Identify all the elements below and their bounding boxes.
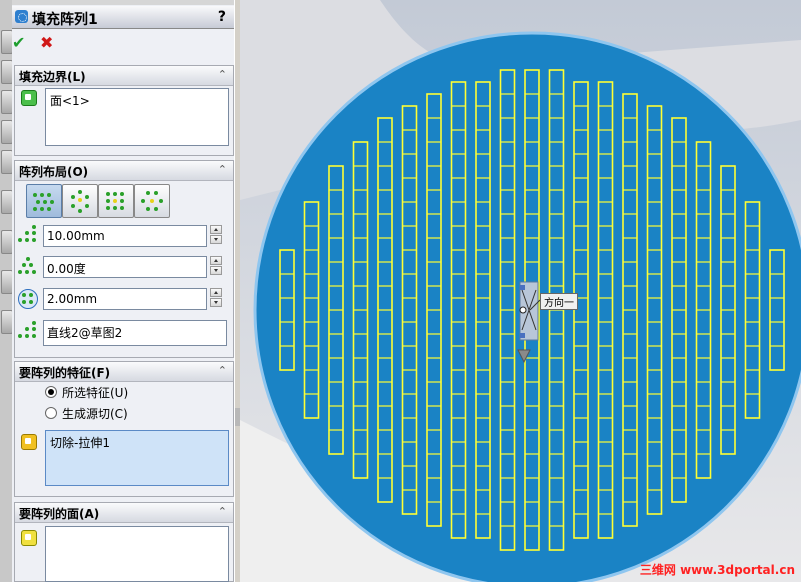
list-item[interactable]: 切除-拉伸1 [50, 434, 110, 451]
layout-perforation-button[interactable] [26, 184, 62, 218]
list-item[interactable]: 面<1> [50, 92, 90, 109]
face-cube-icon [21, 530, 37, 546]
watermark: 三维网 www.3dportal.cn [639, 563, 795, 577]
selected-features-radio[interactable] [45, 386, 57, 398]
feature-title: 填充阵列1 [32, 12, 98, 28]
face-selection-icon [21, 90, 37, 106]
fill-boundary-list[interactable]: 面<1> [45, 88, 229, 146]
section-title: 阵列布局(O) [19, 165, 89, 179]
create-seed-cut-radio[interactable] [45, 407, 57, 419]
property-manager: 填充阵列1 ? ✔ ✖ 填充边界(L) ⌃ 面<1> 阵列布局(O) ⌃ 10.… [12, 0, 235, 582]
collapse-icon[interactable]: ⌃ [218, 505, 227, 518]
model-view [240, 0, 801, 582]
margin-input[interactable]: 2.00mm [43, 288, 207, 310]
fill-boundary-header[interactable]: 填充边界(L) ⌃ [15, 66, 233, 86]
spacing-input[interactable]: 10.00mm [43, 225, 207, 247]
layout-polygon-button[interactable] [134, 184, 170, 218]
create-seed-cut-label[interactable]: 生成源切(C) [62, 405, 128, 422]
collapse-icon[interactable]: ⌃ [218, 364, 227, 377]
property-manager-title-bar: 填充阵列1 ? [12, 6, 234, 29]
selected-features-label[interactable]: 所选特征(U) [62, 384, 128, 401]
spacing-spinner[interactable] [210, 225, 222, 245]
margin-value: 2.00mm [47, 292, 98, 306]
features-to-pattern-header[interactable]: 要阵列的特征(F) ⌃ [15, 362, 233, 382]
collapse-icon[interactable]: ⌃ [218, 68, 227, 81]
pattern-layout-header[interactable]: 阵列布局(O) ⌃ [15, 161, 233, 181]
ok-button[interactable]: ✔ [12, 33, 25, 52]
fill-boundary-section: 填充边界(L) ⌃ 面<1> [14, 65, 234, 156]
pattern-direction-icon [18, 321, 36, 340]
section-title: 要阵列的面(A) [19, 507, 100, 521]
instance-spacing-icon [18, 225, 36, 244]
manager-tabs[interactable] [12, 0, 234, 5]
angle-spinner[interactable] [210, 256, 222, 276]
collapse-icon[interactable]: ⌃ [218, 163, 227, 176]
fill-pattern-icon [15, 10, 28, 23]
spacing-value: 10.00mm [47, 229, 105, 243]
angle-value: 0.00度 [47, 262, 86, 276]
margin-icon [18, 289, 38, 309]
layout-circular-button[interactable] [62, 184, 98, 218]
help-button[interactable]: ? [218, 9, 226, 25]
features-list[interactable]: 切除-拉伸1 [45, 430, 229, 486]
faces-to-pattern-header[interactable]: 要阵列的面(A) ⌃ [15, 503, 233, 523]
cancel-button[interactable]: ✖ [40, 33, 53, 52]
margin-spinner[interactable] [210, 288, 222, 308]
pattern-direction-input[interactable]: 直线2@草图2 [43, 320, 227, 346]
stagger-angle-icon [18, 257, 36, 276]
section-title: 填充边界(L) [19, 70, 86, 84]
feature-selection-icon [21, 434, 37, 450]
graphics-viewport[interactable]: 方向一 三维网 www.3dportal.cn [240, 0, 801, 582]
direction-value: 直线2@草图2 [47, 326, 123, 340]
faces-list[interactable] [45, 526, 229, 582]
layout-square-button[interactable] [98, 184, 134, 218]
direction-label[interactable]: 方向一 [540, 293, 578, 310]
stagger-angle-input[interactable]: 0.00度 [43, 256, 207, 278]
section-title: 要阵列的特征(F) [19, 366, 111, 380]
